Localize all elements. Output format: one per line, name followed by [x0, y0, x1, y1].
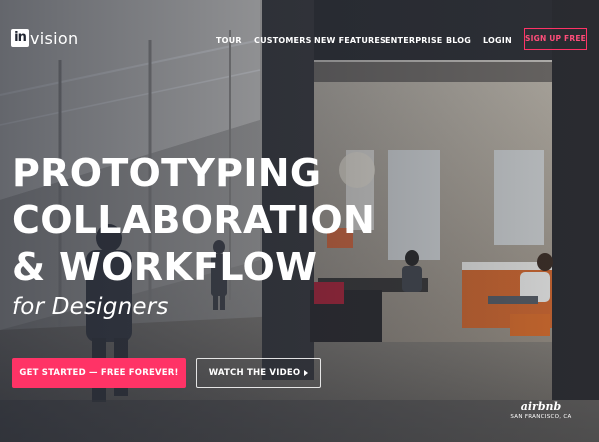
- nav-link-blog[interactable]: BLOG: [446, 36, 471, 45]
- nav-link-tour[interactable]: TOUR: [216, 36, 242, 45]
- watch-video-button[interactable]: WATCH THE VIDEO: [196, 358, 321, 388]
- logo-mark: in: [11, 29, 29, 47]
- invision-logo[interactable]: in vision: [11, 28, 78, 48]
- airbnb-logo: airbnb: [520, 400, 562, 413]
- nav-link-enterprise[interactable]: ENTERPRISE: [385, 36, 442, 45]
- headline-line-3: & WORKFLOW: [12, 245, 318, 289]
- logo-wordmark: vision: [30, 28, 79, 48]
- hero-headline: PROTOTYPING COLLABORATION & WORKFLOW: [12, 150, 375, 291]
- hero-tagline: for Designers: [12, 294, 169, 320]
- headline-line-2: COLLABORATION: [12, 198, 376, 242]
- nav-link-new-features[interactable]: NEW FEATURES: [314, 36, 386, 45]
- watch-video-label: WATCH THE VIDEO: [208, 368, 301, 378]
- play-icon: [304, 370, 309, 376]
- top-navigation: in vision TOUR CUSTOMERS NEW FEATURES EN…: [0, 0, 599, 80]
- photo-credit-location: SAN FRANCISCO, CA: [510, 414, 572, 420]
- photo-credit: airbnb SAN FRANCISCO, CA: [505, 401, 577, 422]
- nav-link-login[interactable]: LOGIN: [483, 36, 512, 45]
- headline-line-1: PROTOTYPING: [12, 151, 322, 195]
- nav-link-customers[interactable]: CUSTOMERS: [254, 36, 312, 45]
- hero-section: in vision TOUR CUSTOMERS NEW FEATURES EN…: [0, 0, 599, 442]
- sign-up-free-button[interactable]: SIGN UP FREE: [524, 28, 587, 50]
- get-started-button[interactable]: GET STARTED — FREE FOREVER!: [12, 358, 186, 388]
